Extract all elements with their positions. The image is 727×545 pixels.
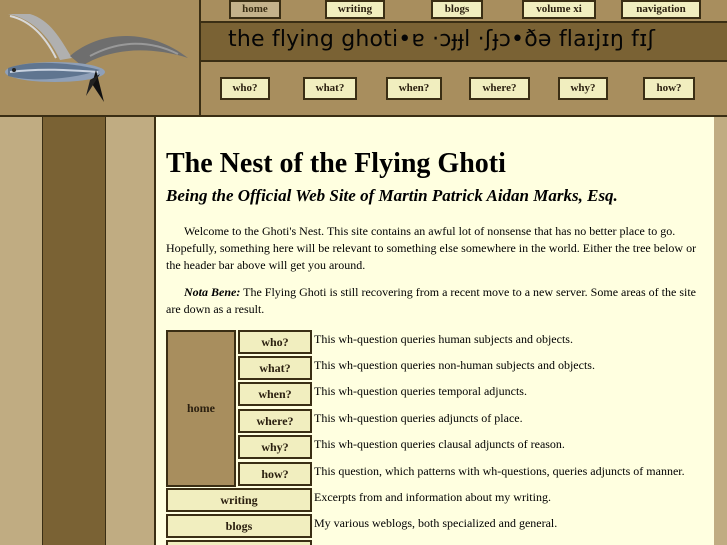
tree-how-link[interactable]: how? [238, 462, 312, 486]
site-title-bar: the flying ghoti•ɐ ·ɔɟɟl ·ʃɟɔ•ðə flaɪjɪŋ… [201, 23, 727, 62]
nav-what-button[interactable]: what? [303, 77, 357, 100]
nota-bene-label: Nota Bene: [184, 285, 241, 299]
side-column-light [0, 117, 42, 545]
site-logo [0, 0, 200, 115]
tree-where-description: This wh-question queries adjuncts of pla… [314, 411, 523, 425]
nav-where-button[interactable]: where? [469, 77, 530, 100]
nav-navigation-button[interactable]: navigation [621, 0, 701, 19]
page-subtitle: Being the Official Web Site of Martin Pa… [166, 186, 618, 205]
tree-next-link[interactable] [166, 540, 312, 545]
nota-bene-text: The Flying Ghoti is still recovering fro… [166, 285, 696, 316]
tree-what-description: This wh-question queries non-human subje… [314, 358, 595, 372]
intro-paragraph: Welcome to the Ghoti's Nest. This site c… [166, 224, 697, 272]
site-title: the flying ghoti•ɐ ·ɔɟɟl ·ʃɟɔ•ðə flaɪjɪŋ… [228, 27, 656, 52]
nav-volume-button[interactable]: volume xi [522, 0, 596, 19]
tree-how-description: This question, which patterns with wh-qu… [314, 464, 685, 478]
top-nav-bar: home writing blogs volume xi navigation [201, 0, 727, 23]
nav-who-button[interactable]: who? [220, 77, 270, 100]
tree-who-link[interactable]: who? [238, 330, 312, 354]
question-nav-bar: who? what? when? where? why? how? [201, 62, 727, 115]
tree-writing-link[interactable]: writing [166, 488, 312, 512]
nota-bene-paragraph: Nota Bene: The Flying Ghoti is still rec… [166, 284, 706, 318]
main-content: The Nest of the Flying Ghoti Being the O… [154, 117, 714, 545]
tree-who-description: This wh-question queries human subjects … [314, 332, 573, 346]
tree-where-link[interactable]: where? [238, 409, 312, 433]
nav-home-button[interactable]: home [229, 0, 281, 19]
nav-blogs-button[interactable]: blogs [431, 0, 483, 19]
tree-home-link[interactable]: home [166, 330, 236, 487]
tree-why-link[interactable]: why? [238, 435, 312, 459]
page-title: The Nest of the Flying Ghoti [166, 148, 506, 179]
tree-when-description: This wh-question queries temporal adjunc… [314, 384, 527, 398]
tree-writing-description: Excerpts from and information about my w… [314, 490, 551, 504]
nav-when-button[interactable]: when? [386, 77, 442, 100]
tree-blogs-description: My various weblogs, both specialized and… [314, 516, 558, 530]
tree-why-description: This wh-question queries clausal adjunct… [314, 437, 565, 451]
nav-writing-button[interactable]: writing [325, 0, 385, 19]
tree-blogs-link[interactable]: blogs [166, 514, 312, 538]
flying-fish-bird-icon [5, 14, 188, 102]
side-column-light-2 [106, 117, 154, 545]
tree-what-link[interactable]: what? [238, 356, 312, 380]
tree-when-link[interactable]: when? [238, 382, 312, 406]
right-margin-column [714, 117, 727, 545]
nav-why-button[interactable]: why? [558, 77, 608, 100]
side-column-dark [42, 117, 106, 545]
nav-how-button[interactable]: how? [643, 77, 695, 100]
